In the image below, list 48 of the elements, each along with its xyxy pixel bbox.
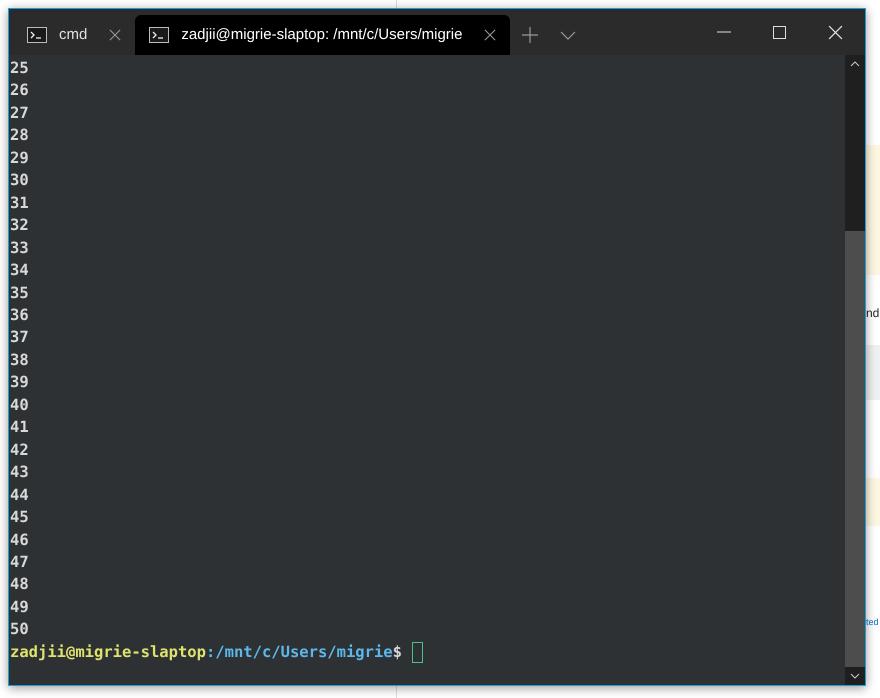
maximize-icon[interactable] <box>773 26 786 38</box>
output-line: 47 <box>10 552 29 573</box>
output-line: 48 <box>10 574 29 596</box>
output-line: 43 <box>10 462 29 484</box>
scroll-down-icon[interactable] <box>850 673 860 679</box>
prompt-path: :/mnt/c/Users/migrie <box>206 642 393 663</box>
output-line: 30 <box>10 170 29 192</box>
output-line: 46 <box>10 530 29 551</box>
close-window-icon[interactable] <box>828 24 843 40</box>
terminal-icon <box>27 27 47 43</box>
output-line: 38 <box>10 350 29 371</box>
output-line: 45 <box>10 507 29 528</box>
close-icon[interactable] <box>109 29 122 41</box>
scroll-up-icon[interactable] <box>850 61 860 67</box>
minimize-icon[interactable] <box>717 31 731 33</box>
tab[interactable]: cmd <box>13 15 136 55</box>
scrollbar[interactable] <box>845 55 865 685</box>
output-line: 49 <box>10 596 29 618</box>
prompt-user: zadjii@migrie-slaptop <box>10 642 206 663</box>
output-line: 27 <box>10 102 29 124</box>
output-line: 50 <box>10 619 29 640</box>
tab[interactable]: zadjii@migrie-slaptop: /mnt/c/Users/migrie <box>135 15 510 55</box>
output-line: 26 <box>10 80 29 102</box>
terminal-icon <box>149 27 170 43</box>
prompt-symbol: $ <box>392 642 402 663</box>
output-line: 35 <box>10 282 29 304</box>
output-line: 34 <box>10 260 29 282</box>
output-line: 36 <box>10 304 29 326</box>
scrollbar-thumb[interactable] <box>845 231 865 667</box>
background-text: nd <box>866 305 880 321</box>
chevron-down-icon[interactable] <box>560 30 576 40</box>
output-line: 31 <box>10 192 29 214</box>
plus-icon[interactable] <box>522 27 538 43</box>
output-line: 44 <box>10 484 29 506</box>
output-line: 25 <box>10 58 29 79</box>
output-line: 28 <box>10 125 29 146</box>
output-line: 40 <box>10 394 29 416</box>
text-cursor <box>412 642 423 662</box>
page-band <box>866 345 880 400</box>
close-icon[interactable] <box>484 29 496 41</box>
output-line: 29 <box>10 148 29 169</box>
output-line: 32 <box>10 215 29 236</box>
output-line: 33 <box>10 238 29 259</box>
output-line: 42 <box>10 440 29 461</box>
output-line: 39 <box>10 372 29 394</box>
page-band <box>866 478 880 526</box>
output-line: 37 <box>10 327 29 348</box>
output-line: 41 <box>10 417 29 438</box>
